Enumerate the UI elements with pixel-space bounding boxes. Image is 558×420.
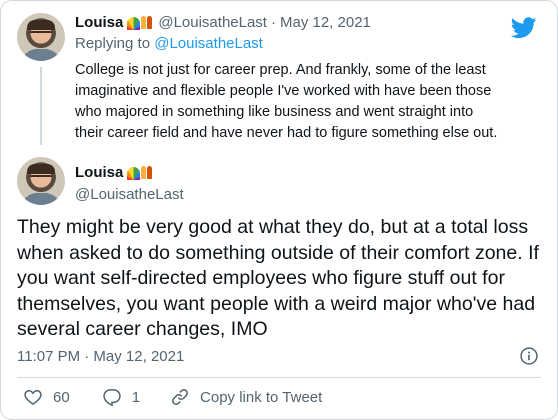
rainbow-emoji-icon [127, 16, 153, 30]
thread-line [40, 67, 42, 145]
people-emoji-icon [141, 16, 153, 30]
rainbow-emoji-icon [127, 166, 153, 180]
author-handle[interactable]: @LouisatheLast [158, 13, 267, 33]
parent-tweet-text: College is not just for career prep. And… [75, 62, 498, 141]
avatar[interactable] [17, 157, 65, 205]
like-button[interactable]: 60 [23, 387, 70, 407]
main-tweet-text: They might be very good at what they do,… [17, 216, 539, 340]
author-name[interactable]: Louisa [75, 163, 123, 183]
replying-prefix: Replying to [75, 35, 151, 52]
author-handle[interactable]: @LouisatheLast [75, 185, 184, 205]
reply-button[interactable]: 1 [102, 387, 140, 407]
heart-icon [24, 389, 42, 405]
separator-dot: · [270, 14, 276, 31]
avatar[interactable] [17, 13, 65, 61]
tweet-card: Louisa @LouisatheLast · May 12, 2021 Rep… [0, 0, 558, 420]
like-count: 60 [53, 388, 70, 406]
tweet-timestamp[interactable]: 11:07 PM · May 12, 2021 [17, 348, 184, 365]
replying-to: Replying to @LouisatheLast [75, 34, 505, 54]
copy-link-label: Copy link to Tweet [200, 388, 323, 406]
people-emoji-icon [141, 166, 153, 180]
tweet-date[interactable]: May 12, 2021 [280, 13, 371, 33]
info-icon[interactable] [519, 346, 539, 366]
main-tweet-header: Louisa @LouisatheLast [17, 157, 541, 207]
divider [17, 377, 541, 378]
reply-bubble-icon [103, 389, 121, 407]
twitter-bird-icon[interactable] [511, 17, 537, 39]
copy-link-button[interactable]: Copy link to Tweet [170, 387, 322, 407]
action-bar: 60 1 Copy link to Tweet [23, 387, 322, 407]
reply-count: 1 [131, 388, 141, 406]
link-icon [172, 389, 189, 405]
author-name[interactable]: Louisa [75, 13, 123, 33]
replying-to-link[interactable]: @LouisatheLast [154, 35, 263, 52]
